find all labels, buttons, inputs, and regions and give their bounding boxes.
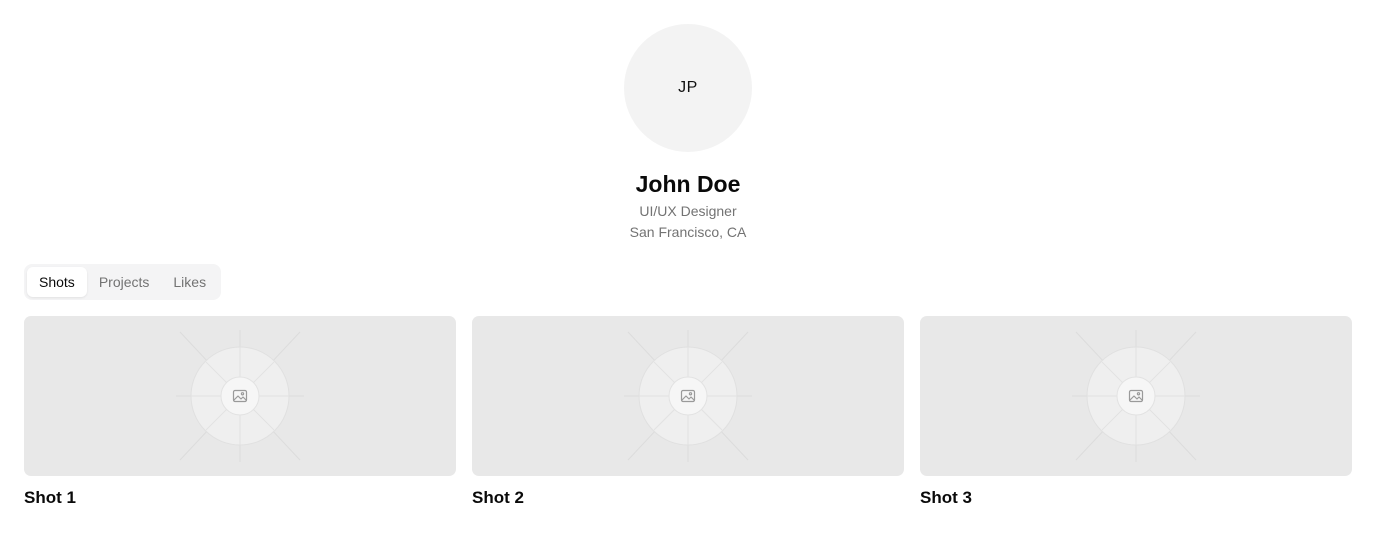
profile-location: San Francisco, CA [629,224,747,240]
tab-projects[interactable]: Projects [87,267,162,297]
profile-header: JP John Doe UI/UX Designer San Francisco… [0,24,1376,241]
profile-name: John Doe [635,171,741,197]
image-placeholder-icon [176,330,304,462]
profile-role: UI/UX Designer [639,203,737,219]
image-placeholder-icon [624,330,752,462]
shot-card[interactable]: Shot 1 [24,316,456,508]
shots-grid: Shot 1 Shot 2 Shot 3 [24,316,1352,508]
image-placeholder-icon [1072,330,1200,462]
shot-thumbnail[interactable] [920,316,1352,476]
shot-title[interactable]: Shot 3 [920,488,1352,508]
shot-card[interactable]: Shot 2 [472,316,904,508]
profile-page: JP John Doe UI/UX Designer San Francisco… [0,0,1376,536]
shot-title[interactable]: Shot 2 [472,488,904,508]
shot-thumbnail[interactable] [472,316,904,476]
tab-likes[interactable]: Likes [161,267,218,297]
shot-thumbnail[interactable] [24,316,456,476]
tab-shots[interactable]: Shots [27,267,87,297]
avatar-initials: JP [678,79,698,96]
shot-card[interactable]: Shot 3 [920,316,1352,508]
tab-list: Shots Projects Likes [24,264,222,300]
shot-title[interactable]: Shot 1 [24,488,456,508]
avatar: JP [624,24,752,152]
